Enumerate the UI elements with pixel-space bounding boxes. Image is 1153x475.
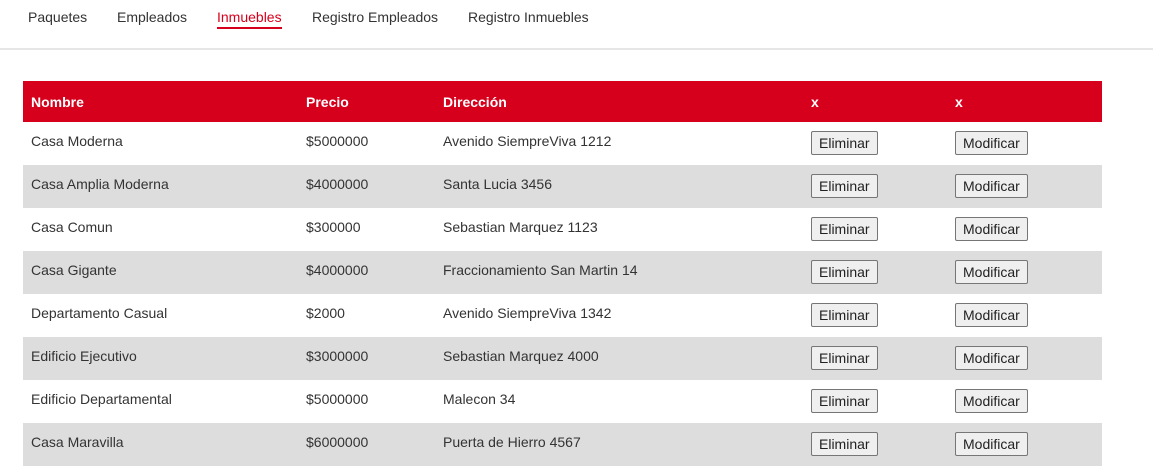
- cell-precio: $5000000: [306, 391, 369, 407]
- cell-nombre: Edificio Ejecutivo: [31, 348, 137, 364]
- cell-eliminar: Eliminar: [803, 423, 947, 466]
- modificar-button[interactable]: Modificar: [955, 303, 1028, 327]
- cell-precio: $5000000: [306, 133, 369, 149]
- inmuebles-table: Nombre Precio Dirección x x Casa Moderna…: [23, 81, 1102, 466]
- eliminar-button[interactable]: Eliminar: [811, 260, 878, 284]
- eliminar-button[interactable]: Eliminar: [811, 346, 878, 370]
- cell-precio: $4000000: [306, 176, 369, 192]
- cell-modificar: Modificar: [947, 294, 1102, 337]
- cell-modificar: Modificar: [947, 208, 1102, 251]
- cell-direccion: Avenido SiempreViva 1212: [443, 133, 612, 149]
- cell-modificar: Modificar: [947, 251, 1102, 294]
- nav-item-inmuebles[interactable]: Inmuebles: [217, 9, 282, 29]
- modificar-button[interactable]: Modificar: [955, 260, 1028, 284]
- eliminar-button[interactable]: Eliminar: [811, 303, 878, 327]
- header-nombre: Nombre: [31, 93, 84, 110]
- cell-precio: $2000: [306, 305, 345, 321]
- top-navigation: Paquetes Empleados Inmuebles Registro Em…: [0, 0, 1153, 50]
- cell-nombre: Casa Comun: [31, 219, 113, 235]
- header-modificar-column: x: [955, 93, 963, 110]
- modificar-button[interactable]: Modificar: [955, 217, 1028, 241]
- cell-nombre: Casa Moderna: [31, 133, 123, 149]
- eliminar-button[interactable]: Eliminar: [811, 217, 878, 241]
- modificar-button[interactable]: Modificar: [955, 346, 1028, 370]
- cell-nombre: Edificio Departamental: [31, 391, 172, 407]
- cell-direccion: Santa Lucia 3456: [443, 176, 552, 192]
- table-row: Departamento Casual $2000 Avenido Siempr…: [23, 294, 1102, 337]
- eliminar-button[interactable]: Eliminar: [811, 131, 878, 155]
- eliminar-button[interactable]: Eliminar: [811, 389, 878, 413]
- cell-modificar: Modificar: [947, 380, 1102, 423]
- cell-precio: $3000000: [306, 348, 369, 364]
- header-precio: Precio: [306, 93, 349, 110]
- cell-modificar: Modificar: [947, 337, 1102, 380]
- modificar-button[interactable]: Modificar: [955, 131, 1028, 155]
- inmuebles-table-container: Nombre Precio Dirección x x Casa Moderna…: [23, 81, 1102, 466]
- cell-precio: $300000: [306, 219, 361, 235]
- cell-nombre: Casa Maravilla: [31, 434, 124, 450]
- modificar-button[interactable]: Modificar: [955, 389, 1028, 413]
- cell-modificar: Modificar: [947, 165, 1102, 208]
- cell-precio: $6000000: [306, 434, 369, 450]
- table-body: Casa Moderna $5000000 Avenido SiempreViv…: [23, 122, 1102, 466]
- header-direccion: Dirección: [443, 93, 507, 110]
- cell-eliminar: Eliminar: [803, 165, 947, 208]
- cell-direccion: Sebastian Marquez 4000: [443, 348, 599, 364]
- table-row: Casa Comun $300000 Sebastian Marquez 112…: [23, 208, 1102, 251]
- cell-direccion: Puerta de Hierro 4567: [443, 434, 581, 450]
- eliminar-button[interactable]: Eliminar: [811, 432, 878, 456]
- table-row: Casa Moderna $5000000 Avenido SiempreViv…: [23, 122, 1102, 165]
- cell-direccion: Fraccionamiento San Martin 14: [443, 262, 638, 278]
- table-row: Edificio Ejecutivo $3000000 Sebastian Ma…: [23, 337, 1102, 380]
- eliminar-button[interactable]: Eliminar: [811, 174, 878, 198]
- cell-nombre: Casa Amplia Moderna: [31, 176, 169, 192]
- cell-eliminar: Eliminar: [803, 337, 947, 380]
- cell-precio: $4000000: [306, 262, 369, 278]
- cell-eliminar: Eliminar: [803, 122, 947, 165]
- modificar-button[interactable]: Modificar: [955, 174, 1028, 198]
- nav-item-registro-inmuebles[interactable]: Registro Inmuebles: [468, 9, 589, 25]
- header-eliminar-column: x: [811, 93, 819, 110]
- cell-nombre: Casa Gigante: [31, 262, 117, 278]
- cell-direccion: Sebastian Marquez 1123: [443, 219, 598, 235]
- nav-item-registro-empleados[interactable]: Registro Empleados: [312, 9, 438, 25]
- table-row: Casa Amplia Moderna $4000000 Santa Lucia…: [23, 165, 1102, 208]
- modificar-button[interactable]: Modificar: [955, 432, 1028, 456]
- table-header-row: Nombre Precio Dirección x x: [23, 81, 1102, 122]
- table-row: Casa Maravilla $6000000 Puerta de Hierro…: [23, 423, 1102, 466]
- cell-eliminar: Eliminar: [803, 294, 947, 337]
- cell-eliminar: Eliminar: [803, 251, 947, 294]
- cell-modificar: Modificar: [947, 423, 1102, 466]
- cell-direccion: Malecon 34: [443, 391, 516, 407]
- table-row: Casa Gigante $4000000 Fraccionamiento Sa…: [23, 251, 1102, 294]
- table-row: Edificio Departamental $5000000 Malecon …: [23, 380, 1102, 423]
- cell-nombre: Departamento Casual: [31, 305, 168, 321]
- nav-item-empleados[interactable]: Empleados: [117, 9, 187, 25]
- cell-modificar: Modificar: [947, 122, 1102, 165]
- nav-item-paquetes[interactable]: Paquetes: [28, 9, 87, 25]
- cell-eliminar: Eliminar: [803, 380, 947, 423]
- cell-eliminar: Eliminar: [803, 208, 947, 251]
- cell-direccion: Avenido SiempreViva 1342: [443, 305, 612, 321]
